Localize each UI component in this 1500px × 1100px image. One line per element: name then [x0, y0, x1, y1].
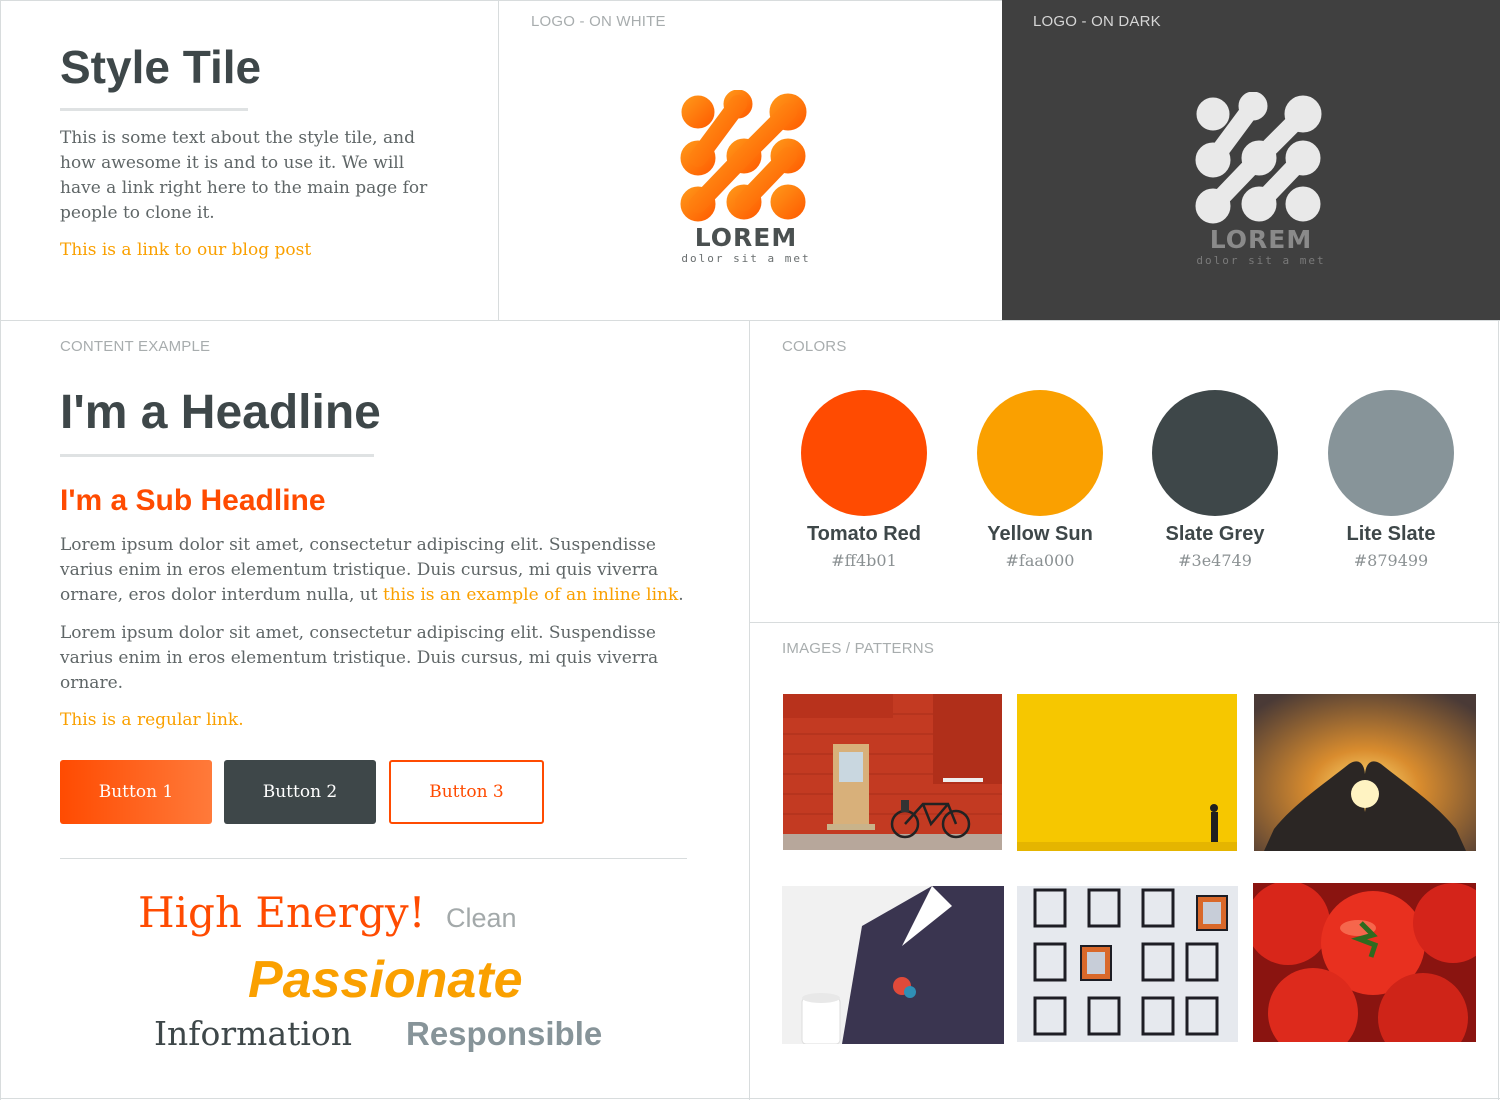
- paragraph-1-end: .: [678, 585, 684, 605]
- swatch-lite-slate: [1328, 390, 1454, 516]
- swatch-hex-lite-slate: #879499: [1353, 551, 1429, 570]
- swatch-slate-grey: [1152, 390, 1278, 516]
- adjective-information: Information: [154, 1014, 353, 1053]
- headline: I'm a Headline: [60, 386, 381, 439]
- divider-horizontal-right: [750, 622, 1500, 623]
- intro-description: This is some text about the style tile, …: [60, 128, 428, 223]
- divider-vertical-top-1: [498, 0, 499, 321]
- logo-dark-panel: LOGO - ON DARK LOREM dolor sit a met: [1002, 0, 1500, 320]
- logo-tagline: dolor sit a met: [681, 252, 811, 265]
- headline-underline: [60, 454, 374, 457]
- title-underline: [60, 108, 248, 111]
- swatch-name-lite-slate: Lite Slate: [1346, 523, 1436, 545]
- swatch-hex-slate-grey: #3e4749: [1178, 551, 1252, 570]
- image-heart-hands-sunset: [1254, 694, 1476, 851]
- logo-on-dark: LOREM dolor sit a met: [1191, 91, 1331, 277]
- swatch-yellow-sun: [977, 390, 1103, 516]
- swatch-name-yellow-sun: Yellow Sun: [987, 523, 1093, 545]
- outer-border-left: [0, 0, 1, 1100]
- image-yellow-wall: [1017, 694, 1237, 851]
- adjective-high-energy: High Energy!: [138, 888, 426, 937]
- swatch-hex-yellow-sun: #faa000: [1005, 551, 1075, 570]
- logo-tagline-dark: dolor sit a met: [1196, 254, 1326, 267]
- sub-headline: I'm a Sub Headline: [60, 484, 326, 517]
- swatch-tomato-red: [801, 390, 927, 516]
- images-label: IMAGES / PATTERNS: [782, 640, 935, 657]
- image-tomatoes: [1253, 883, 1476, 1042]
- blog-post-link[interactable]: This is a link to our blog post: [60, 240, 311, 260]
- content-divider: [60, 858, 687, 859]
- logo-white-label: LOGO - ON WHITE: [531, 13, 666, 30]
- paragraph-2: Lorem ipsum dolor sit amet, consectetur …: [60, 623, 659, 693]
- button-3[interactable]: Button 3: [389, 760, 544, 824]
- divider-horizontal-top: [0, 320, 1500, 321]
- adjective-responsible: Responsible: [406, 1015, 603, 1052]
- outer-border-bottom: [0, 1098, 1500, 1099]
- content-example-label: CONTENT EXAMPLE: [60, 338, 211, 355]
- inline-link[interactable]: this is an example of an inline link: [383, 585, 678, 605]
- logo-on-white: LOREM dolor sit a met: [676, 89, 816, 275]
- swatch-name-slate-grey: Slate Grey: [1165, 523, 1265, 545]
- page-title: Style Tile: [60, 41, 262, 93]
- swatch-name-tomato-red: Tomato Red: [806, 523, 922, 545]
- colors-label: COLORS: [782, 338, 847, 355]
- image-red-wall-bicycle: [783, 694, 1002, 850]
- logo-wordmark-dark: LOREM: [1209, 225, 1313, 254]
- logo-wordmark: LOREM: [694, 223, 798, 252]
- adjective-clean: Clean: [446, 903, 517, 933]
- swatch-hex-tomato-red: #ff4b01: [831, 551, 897, 570]
- logo-dark-label: LOGO - ON DARK: [1033, 13, 1161, 30]
- divider-vertical-bottom: [749, 321, 750, 1100]
- logo-mark-light-icon: [1195, 91, 1322, 224]
- button-2[interactable]: Button 2: [224, 760, 376, 824]
- logo-mark-icon: [680, 89, 807, 222]
- button-1[interactable]: Button 1: [60, 760, 212, 824]
- regular-link[interactable]: This is a regular link.: [60, 710, 244, 730]
- image-building-windows: [1017, 886, 1238, 1042]
- paragraph-1: Lorem ipsum dolor sit amet, consectetur …: [60, 533, 700, 608]
- image-man-suit-coffee: [782, 886, 1004, 1044]
- adjective-passionate: Passionate: [248, 951, 523, 1009]
